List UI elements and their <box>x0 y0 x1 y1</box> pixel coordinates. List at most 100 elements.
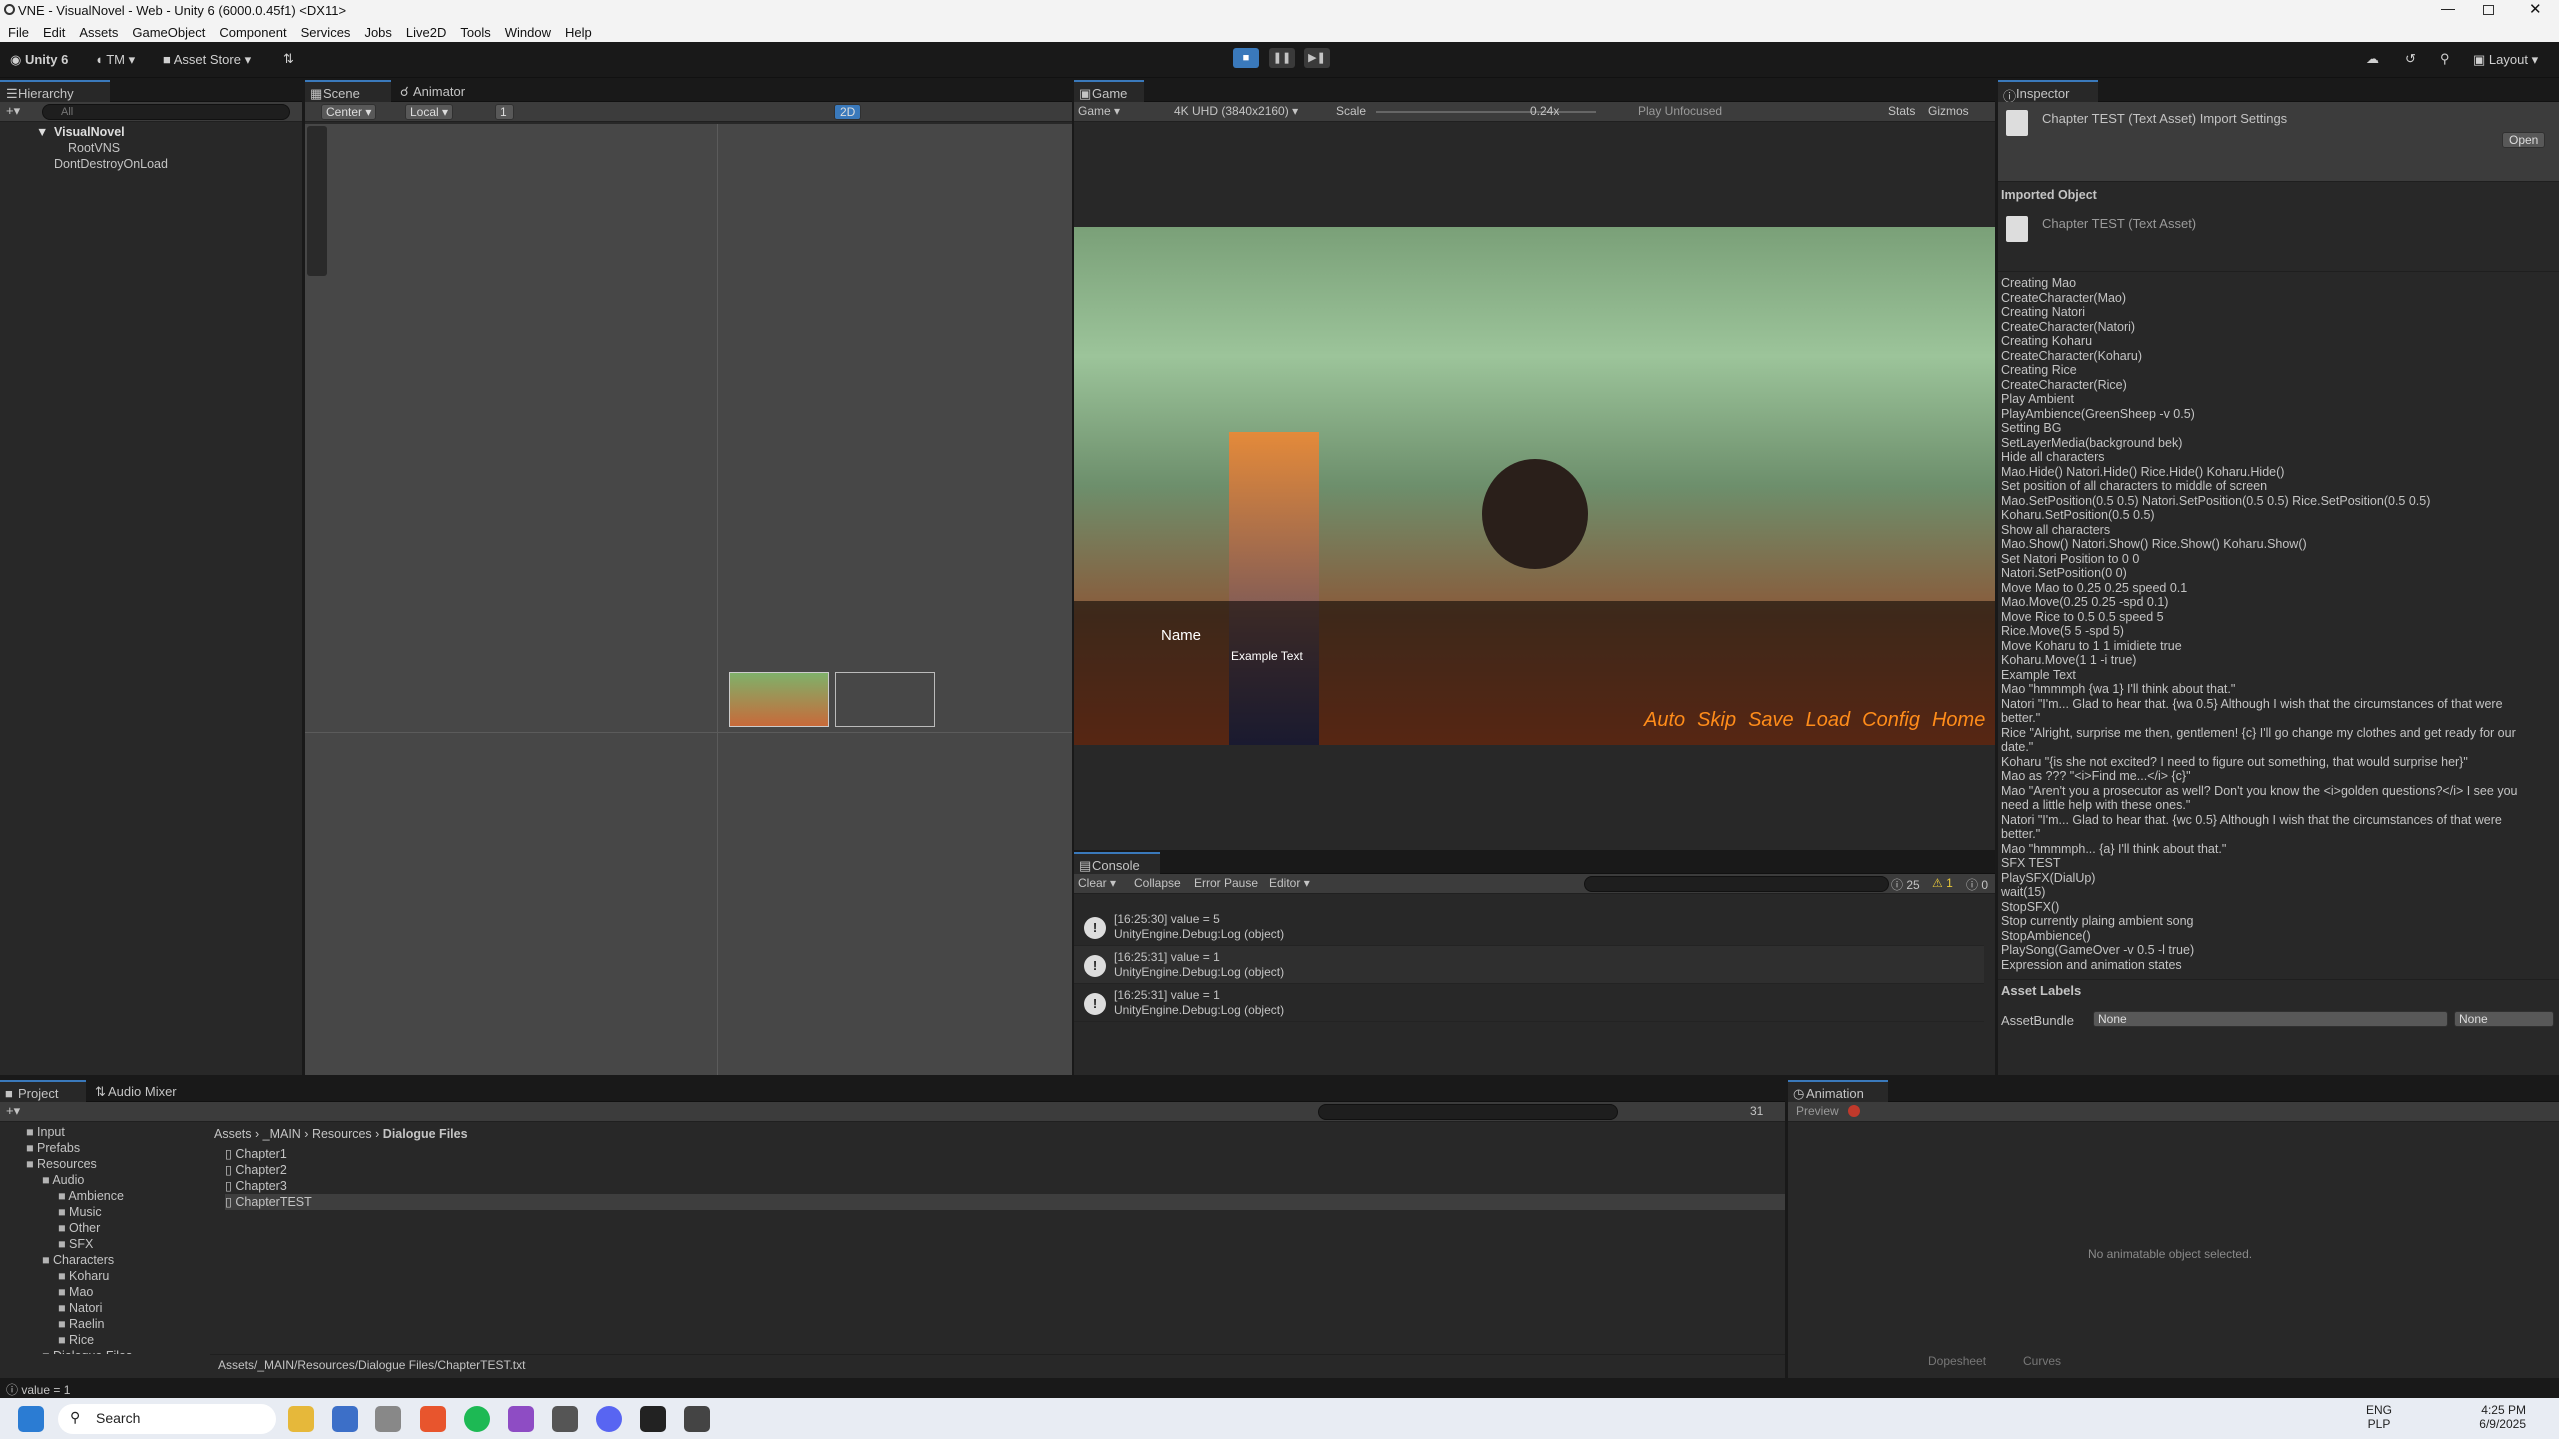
hierarchy-search-input[interactable] <box>42 104 290 120</box>
resolution-dropdown[interactable]: 4K UHD (3840x2160) ▾ <box>1174 104 1298 118</box>
skip-button[interactable]: Skip <box>1697 709 1736 732</box>
console-entry[interactable]: ! [16:25:31] value = 1 UnityEngine.Debug:… <box>1074 984 1984 1022</box>
folder-item[interactable]: ■ Music <box>0 1204 205 1220</box>
store-icon[interactable] <box>332 1406 358 1432</box>
layout-button[interactable]: ▣ Layout ▾ <box>2473 52 2538 68</box>
folder-item[interactable]: ■ Raelin <box>0 1316 205 1332</box>
visual-studio-icon[interactable] <box>508 1406 534 1432</box>
folder-item[interactable]: ■ Other <box>0 1220 205 1236</box>
minimize-icon[interactable]: — <box>2441 0 2455 16</box>
file-item[interactable]: ▯ Chapter2 <box>225 1162 1785 1178</box>
project-search-input[interactable] <box>1318 1104 1618 1120</box>
close-icon[interactable]: ✕ <box>2529 0 2542 18</box>
open-button[interactable]: Open <box>2502 132 2546 148</box>
tab-console[interactable]: ▤ Console <box>1074 852 1160 874</box>
collapse-button[interactable]: Collapse <box>1134 876 1181 890</box>
game-viewport[interactable]: Name Example Text Auto Skip Save Load Co… <box>1074 227 1995 745</box>
tab-hierarchy[interactable]: ☰ Hierarchy <box>0 80 110 102</box>
home-button[interactable]: Home <box>1932 709 1985 732</box>
space-dropdown[interactable]: Local ▾ <box>405 104 454 120</box>
folder-item[interactable]: ■ Prefabs <box>0 1140 205 1156</box>
history-icon[interactable]: ↺ <box>2405 51 2416 67</box>
tab-inspector[interactable]: ⓘ Inspector <box>1998 80 2098 104</box>
preview-button[interactable]: Preview <box>1796 1104 1839 1118</box>
epic-icon[interactable] <box>640 1406 666 1432</box>
hierarchy-item-visualnovel[interactable]: ▼ VisualNovel <box>0 124 302 140</box>
snap-field[interactable]: 1 <box>495 104 514 120</box>
folder-item[interactable]: ■ Ambience <box>0 1188 205 1204</box>
warning-count[interactable]: ⚠ 1 <box>1932 876 1953 890</box>
variant-dropdown[interactable]: None <box>2454 1011 2554 1027</box>
menu-tools[interactable]: Tools <box>460 25 490 40</box>
start-icon[interactable] <box>18 1406 44 1432</box>
folder-item[interactable]: ■ Input <box>0 1124 205 1140</box>
scene-game-rect[interactable] <box>729 672 829 727</box>
stats-button[interactable]: Stats <box>1888 104 1915 118</box>
console-entry[interactable]: ! [16:25:30] value = 5 UnityEngine.Debug:… <box>1074 908 1984 946</box>
search-icon[interactable]: ⚲ <box>2440 51 2450 67</box>
brave-icon[interactable] <box>420 1406 446 1432</box>
folder-item[interactable]: ■ Rice <box>0 1332 205 1348</box>
add-icon[interactable]: +▾ <box>6 1103 20 1119</box>
unity-icon[interactable] <box>684 1406 710 1432</box>
menu-edit[interactable]: Edit <box>43 25 65 40</box>
clear-button[interactable]: Clear ▾ <box>1078 876 1116 890</box>
display-dropdown[interactable]: Game ▾ <box>1078 104 1120 118</box>
step-button[interactable]: ▶❚ <box>1304 48 1330 68</box>
spotify-icon[interactable] <box>464 1406 490 1432</box>
asset-store-button[interactable]: ■ Asset Store ▾ <box>163 52 251 68</box>
menu-services[interactable]: Services <box>301 25 351 40</box>
file-item[interactable]: ▯ ChapterTEST <box>225 1194 1785 1210</box>
clock[interactable]: 4:25 PM 6/9/2025 <box>2466 1403 2526 1431</box>
folder-item[interactable]: ■ Koharu <box>0 1268 205 1284</box>
error-count[interactable]: ⓘ 0 <box>1966 876 1988 893</box>
console-entry[interactable]: ! [16:25:31] value = 1 UnityEngine.Debug:… <box>1074 946 1984 984</box>
menu-jobs[interactable]: Jobs <box>364 25 391 40</box>
hierarchy-item-dontdestroyonload[interactable]: DontDestroyOnLoad <box>0 156 302 172</box>
hierarchy-item-rootvns[interactable]: RootVNS <box>0 140 302 156</box>
menu-live2d[interactable]: Live2D <box>406 25 446 40</box>
tab-audio-mixer[interactable]: ⇅ Audio Mixer <box>90 1080 200 1102</box>
app-icon[interactable] <box>375 1406 401 1432</box>
pivot-dropdown[interactable]: Center ▾ <box>321 104 377 120</box>
record-icon[interactable] <box>1848 1105 1860 1117</box>
discord-icon[interactable] <box>596 1406 622 1432</box>
language-indicator[interactable]: ENG PLP <box>2366 1403 2392 1431</box>
dopesheet-tab[interactable]: Dopesheet <box>1928 1354 1986 1368</box>
editor-dropdown[interactable]: Editor ▾ <box>1269 876 1310 890</box>
file-item[interactable]: ▯ Chapter3 <box>225 1178 1785 1194</box>
folder-item[interactable]: ■ Natori <box>0 1300 205 1316</box>
2d-toggle[interactable]: 2D <box>834 104 862 120</box>
maximize-icon[interactable] <box>2483 5 2494 15</box>
pause-button[interactable]: ❚❚ <box>1269 48 1295 68</box>
version-control-icon[interactable]: ⇅ <box>283 51 294 67</box>
console-search-input[interactable] <box>1584 876 1889 892</box>
tab-animation[interactable]: ◷ Animation <box>1788 1080 1888 1102</box>
menu-window[interactable]: Window <box>505 25 551 40</box>
menu-file[interactable]: File <box>8 25 29 40</box>
unity-hub-icon[interactable] <box>552 1406 578 1432</box>
gizmos-button[interactable]: Gizmos <box>1928 104 1969 118</box>
menu-gameobject[interactable]: GameObject <box>132 25 205 40</box>
add-icon[interactable]: +▾ <box>6 103 20 119</box>
folder-item[interactable]: ■ Dialogue Files <box>0 1348 205 1354</box>
play-focus-dropdown[interactable]: Play Unfocused <box>1638 104 1722 118</box>
error-pause-button[interactable]: Error Pause <box>1194 876 1258 890</box>
config-button[interactable]: Config <box>1862 709 1920 732</box>
play-button[interactable]: ■ <box>1233 48 1259 68</box>
tab-game[interactable]: ▣ Game <box>1074 80 1144 102</box>
file-item[interactable]: ▯ Chapter1 <box>225 1146 1785 1162</box>
menu-help[interactable]: Help <box>565 25 592 40</box>
folder-item[interactable]: ■ Mao <box>0 1284 205 1300</box>
save-button[interactable]: Save <box>1748 709 1794 732</box>
load-button[interactable]: Load <box>1806 709 1851 732</box>
auto-button[interactable]: Auto <box>1644 709 1685 732</box>
cloud-icon[interactable]: ☁ <box>2366 51 2379 67</box>
scene-viewport[interactable] <box>305 124 1072 1075</box>
taskbar-search[interactable]: ⚲ Search <box>58 1404 276 1434</box>
menu-assets[interactable]: Assets <box>79 25 118 40</box>
log-count[interactable]: ⓘ 25 <box>1891 876 1920 893</box>
menu-component[interactable]: Component <box>219 25 286 40</box>
assetbundle-dropdown[interactable]: None <box>2093 1011 2448 1027</box>
folder-item[interactable]: ■ Audio <box>0 1172 205 1188</box>
